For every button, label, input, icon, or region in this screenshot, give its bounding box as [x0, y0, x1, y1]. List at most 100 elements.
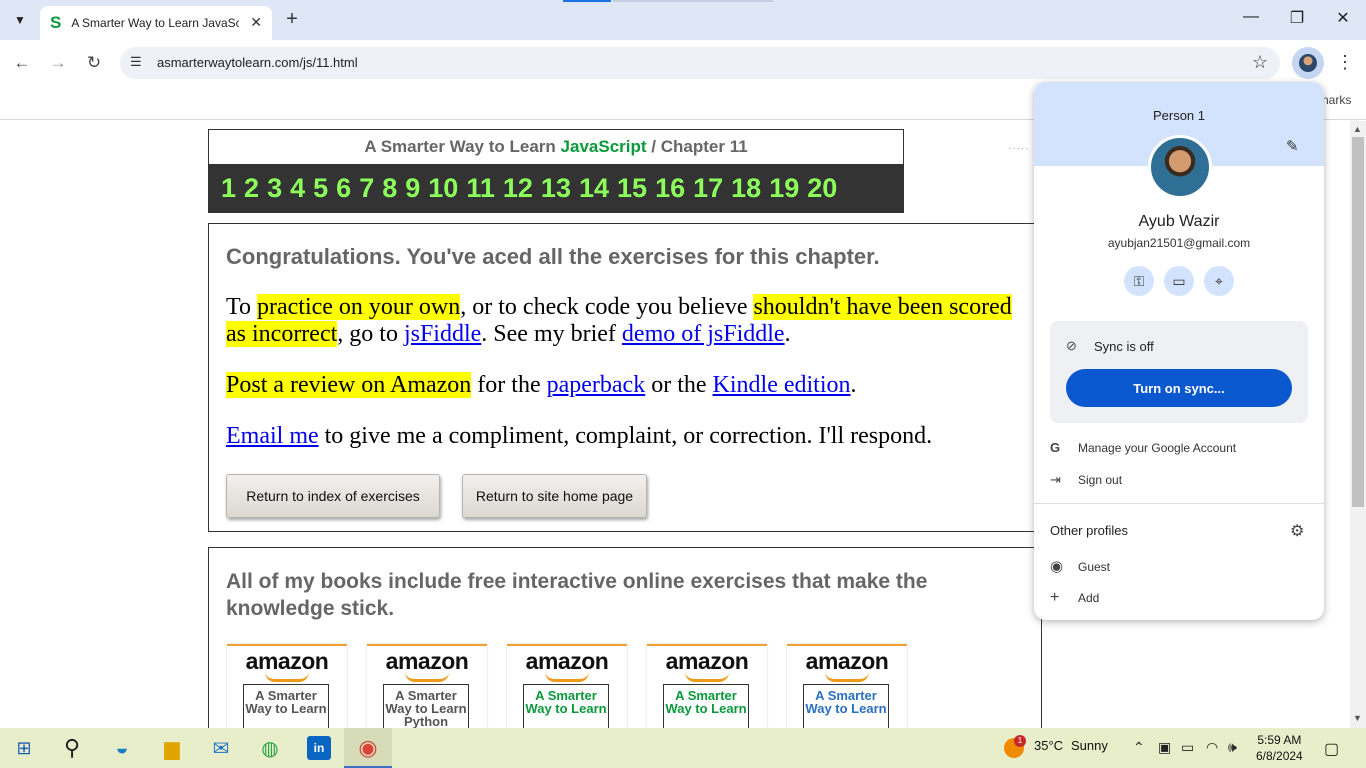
meet-now-icon[interactable]: ▣ — [1158, 739, 1171, 756]
restore-icon[interactable]: ❐ — [1285, 8, 1309, 28]
chapter-link-2[interactable]: 2 — [244, 173, 259, 204]
chapter-link-18[interactable]: 18 — [731, 173, 761, 204]
linkedin-icon[interactable]: in — [307, 736, 331, 760]
chapter-link-17[interactable]: 17 — [693, 173, 723, 204]
clock-time: 5:59 AM — [1257, 733, 1302, 747]
volume-icon[interactable]: 🕪 — [1228, 739, 1237, 756]
chapter-link-3[interactable]: 3 — [267, 173, 282, 204]
search-icon[interactable]: ⚲ — [58, 734, 86, 762]
books-box: All of my books include free interactive… — [208, 547, 1042, 728]
book-amazon-link[interactable]: amazon A Smarter Way to Learn — [787, 644, 907, 728]
manage-google-account-item[interactable]: G Manage your Google Account — [1050, 440, 1236, 455]
dotted-decoration: ····· — [1008, 143, 1030, 154]
wifi-icon[interactable]: ◠ — [1206, 739, 1218, 756]
book-cover-title: A Smarter Way to Learn Python — [383, 684, 469, 728]
para3-text1: to give me a compliment, complaint, or c… — [318, 423, 933, 449]
congrats-heading: Congratulations. You've aced all the exe… — [226, 244, 880, 269]
edge-browser-icon[interactable]: ◒ — [108, 734, 136, 762]
paperback-link[interactable]: paperback — [547, 372, 646, 398]
back-arrow-icon[interactable]: ← — [10, 52, 34, 76]
sign-out-item[interactable]: ⇥ Sign out — [1050, 472, 1122, 488]
minimize-icon[interactable]: — — [1239, 8, 1263, 26]
tab-active[interactable]: S A Smarter Way to Learn JavaScript ✕ — [40, 6, 272, 40]
scroll-up-arrow-icon[interactable]: ▲ — [1353, 124, 1362, 134]
para1-text5: . — [784, 321, 791, 347]
new-tab-plus-icon[interactable]: + — [282, 8, 302, 30]
amazon-smile-icon — [825, 672, 869, 682]
address-bar[interactable]: ☰ asmarterwaytolearn.com/js/11.html ☆ — [120, 47, 1280, 79]
scrollbar-thumb[interactable] — [1352, 137, 1364, 507]
amazon-smile-icon — [685, 672, 729, 682]
url-text[interactable]: asmarterwaytolearn.com/js/11.html — [157, 55, 358, 70]
scroll-down-arrow-icon[interactable]: ▼ — [1353, 713, 1362, 723]
bookmark-star-icon[interactable]: ☆ — [1252, 52, 1268, 73]
return-to-index-button[interactable]: Return to index of exercises — [226, 474, 440, 518]
chapter-link-9[interactable]: 9 — [405, 173, 420, 204]
chapter-link-13[interactable]: 13 — [541, 173, 571, 204]
guest-profile-item[interactable]: ◉ Guest — [1050, 557, 1110, 575]
chapter-link-7[interactable]: 7 — [359, 173, 374, 204]
chapter-link-5[interactable]: 5 — [313, 173, 328, 204]
add-profile-item[interactable]: + Add — [1050, 589, 1099, 607]
windows-start-icon[interactable]: ⊞ — [10, 734, 38, 762]
forward-arrow-icon[interactable]: → — [46, 52, 70, 76]
turn-on-sync-button[interactable]: Turn on sync... — [1066, 369, 1292, 407]
weather-condition[interactable]: Sunny — [1071, 738, 1108, 753]
chapter-link-1[interactable]: 1 — [221, 173, 236, 204]
chapter-link-6[interactable]: 6 — [336, 173, 351, 204]
return-to-home-button[interactable]: Return to site home page — [462, 474, 647, 518]
edit-pencil-icon[interactable]: ✎ — [1286, 137, 1299, 155]
payment-card-icon[interactable]: ▭ — [1164, 266, 1194, 296]
chapter-link-16[interactable]: 16 — [655, 173, 685, 204]
book-amazon-link[interactable]: amazon A Smarter Way to Learn — [227, 644, 347, 728]
chapter-link-11[interactable]: 11 — [466, 173, 495, 204]
tab-search-chevron-icon[interactable]: ▼ — [8, 8, 32, 32]
para2-highlight1: Post a review on Amazon — [226, 372, 472, 398]
jsfiddle-demo-link[interactable]: demo of jsFiddle — [622, 321, 785, 347]
site-info-icon[interactable]: ☰ — [130, 54, 142, 70]
chapter-title: A Smarter Way to Learn JavaScript / Chap… — [209, 130, 903, 164]
page-scrollbar[interactable]: ▲ ▼ — [1350, 121, 1366, 728]
close-window-icon[interactable]: ✕ — [1331, 8, 1355, 28]
practice-paragraph: To practice on your own, or to check cod… — [226, 294, 1026, 348]
profile-avatar-button[interactable] — [1292, 47, 1324, 79]
chapter-link-14[interactable]: 14 — [579, 173, 609, 204]
reload-icon[interactable]: ↻ — [82, 52, 106, 76]
file-explorer-icon[interactable]: ▆ — [158, 734, 186, 762]
book-amazon-link[interactable]: amazon A Smarter Way to Learn — [507, 644, 627, 728]
jsfiddle-link[interactable]: jsFiddle — [404, 321, 481, 347]
notifications-icon[interactable]: ▢ — [1324, 739, 1339, 759]
book-amazon-link[interactable]: amazon A Smarter Way to Learn Python — [367, 644, 487, 728]
chapter-link-19[interactable]: 19 — [769, 173, 799, 204]
whatsapp-icon[interactable]: ◍ — [256, 734, 284, 762]
chapter-header-box: A Smarter Way to Learn JavaScript / Chap… — [208, 129, 904, 213]
mail-icon[interactable]: ✉ — [207, 734, 235, 762]
chapter-link-12[interactable]: 12 — [503, 173, 533, 204]
chapter-link-10[interactable]: 10 — [428, 173, 458, 204]
email-paragraph: Email me to give me a compliment, compla… — [226, 423, 1026, 450]
kindle-edition-link[interactable]: Kindle edition — [713, 372, 851, 398]
email-me-link[interactable]: Email me — [226, 423, 319, 449]
weather-temperature[interactable]: 35°C — [1034, 738, 1063, 753]
guest-label: Guest — [1078, 560, 1111, 574]
manage-profiles-gear-icon[interactable]: ⚙ — [1290, 521, 1304, 541]
chapter-link-4[interactable]: 4 — [290, 173, 305, 204]
battery-icon[interactable]: ▭ — [1181, 739, 1194, 756]
more-menu-icon[interactable]: ⋮ — [1336, 52, 1354, 73]
chapter-link-20[interactable]: 20 — [807, 173, 837, 204]
chapter-title-prefix: A Smarter Way to Learn — [364, 137, 556, 156]
show-hidden-icons-chevron-icon[interactable]: ⌃ — [1133, 739, 1145, 756]
para2-text2: or the — [645, 372, 713, 398]
addresses-pin-icon[interactable]: ⌖ — [1204, 266, 1234, 296]
book-cover-title: A Smarter Way to Learn — [523, 684, 609, 728]
tab-close-icon[interactable]: ✕ — [250, 14, 262, 31]
book-cover-title: A Smarter Way to Learn — [803, 684, 889, 728]
amazon-smile-icon — [265, 672, 309, 682]
system-clock[interactable]: 5:59 AM 6/8/2024 — [1256, 732, 1303, 764]
chapter-link-15[interactable]: 15 — [617, 173, 647, 204]
book-amazon-link[interactable]: amazon A Smarter Way to Learn — [647, 644, 767, 728]
passwords-key-icon[interactable]: ⚿ — [1124, 266, 1154, 296]
bookmarks-label-fragment[interactable]: narks — [1322, 93, 1351, 107]
chapter-link-8[interactable]: 8 — [382, 173, 397, 204]
chrome-icon[interactable]: ◉ — [354, 734, 382, 762]
